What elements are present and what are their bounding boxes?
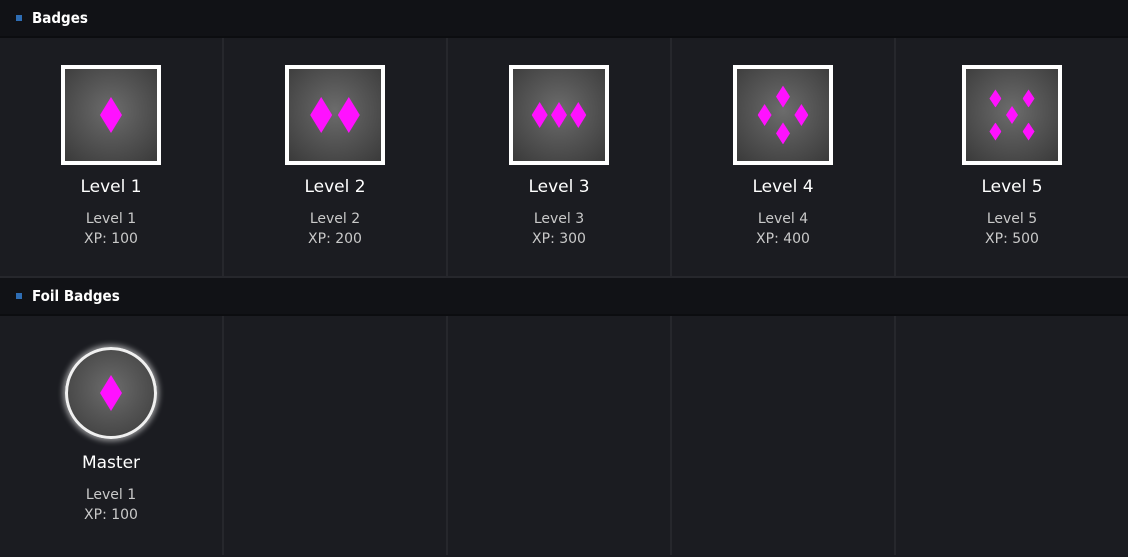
foil-diamond-icon: [65, 347, 157, 439]
four-diamonds-icon: [733, 65, 833, 165]
badge-card[interactable]: Level 2 Level 2 XP: 200: [224, 38, 448, 278]
badge-name: Level 3: [528, 177, 590, 197]
badges-grid: Level 1 Level 1 XP: 100 Level 2 Level 2 …: [0, 38, 1128, 278]
empty-badge-slot: [224, 316, 448, 555]
badge-name: Level 2: [304, 177, 366, 197]
badges-section-header: Badges: [0, 0, 1128, 38]
foil-badges-grid: Master Level 1 XP: 100: [0, 316, 1128, 555]
foil-badges-section-header: Foil Badges: [0, 278, 1128, 316]
badge-level: Level 5: [986, 211, 1038, 227]
badge-card[interactable]: Level 5 Level 5 XP: 500: [896, 38, 1128, 278]
badge-card[interactable]: Level 3 Level 3 XP: 300: [448, 38, 672, 278]
badge-name: Level 4: [752, 177, 814, 197]
badge-level: Level 2: [309, 211, 361, 227]
section-marker-icon: [16, 15, 22, 21]
empty-badge-slot: [672, 316, 896, 555]
section-marker-icon: [16, 293, 22, 299]
badge-xp: XP: 100: [84, 507, 138, 523]
badge-xp: XP: 400: [756, 231, 810, 247]
badge-xp: XP: 300: [532, 231, 586, 247]
badge-name: Level 5: [981, 177, 1043, 197]
badges-section-title: Badges: [32, 9, 88, 27]
five-diamonds-icon: [962, 65, 1062, 165]
empty-badge-slot: [896, 316, 1128, 555]
three-diamonds-icon: [509, 65, 609, 165]
badge-xp: XP: 200: [308, 231, 362, 247]
foil-badge-card[interactable]: Master Level 1 XP: 100: [0, 316, 224, 555]
badge-level: Level 1: [85, 487, 137, 503]
badge-xp: XP: 500: [985, 231, 1039, 247]
badge-xp: XP: 100: [84, 231, 138, 247]
empty-badge-slot: [448, 316, 672, 555]
badge-card[interactable]: Level 1 Level 1 XP: 100: [0, 38, 224, 278]
badge-level: Level 4: [757, 211, 809, 227]
one-diamond-icon: [61, 65, 161, 165]
badge-level: Level 3: [533, 211, 585, 227]
badge-name: Master: [81, 453, 141, 473]
badge-level: Level 1: [85, 211, 137, 227]
badge-name: Level 1: [80, 177, 142, 197]
two-diamonds-icon: [285, 65, 385, 165]
foil-badges-section-title: Foil Badges: [32, 287, 120, 305]
badge-card[interactable]: Level 4 Level 4 XP: 400: [672, 38, 896, 278]
